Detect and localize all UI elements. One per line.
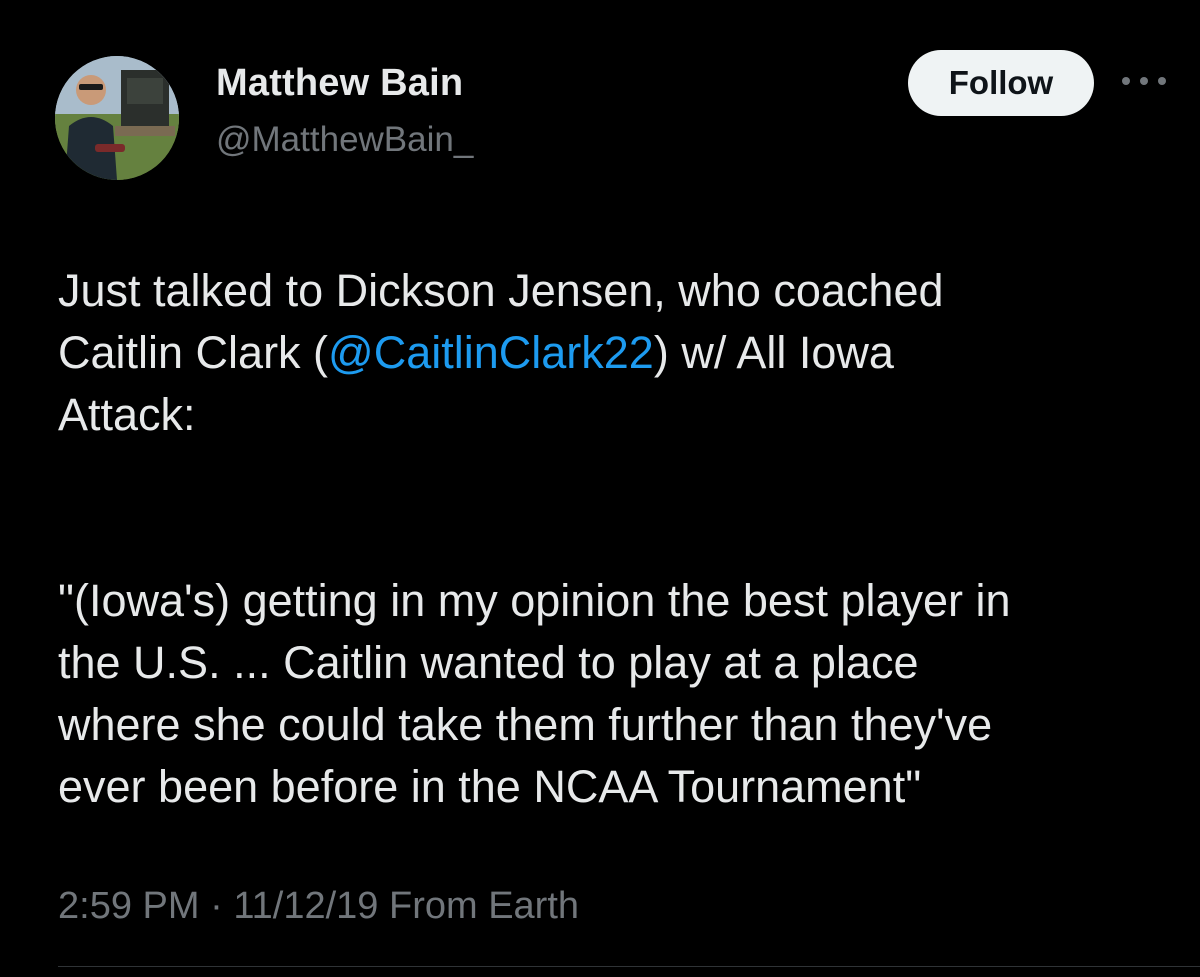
tweet-line: Attack: [58, 384, 1168, 446]
meta-separator: · [199, 885, 234, 927]
tweet-date[interactable]: 11/12/19 [233, 885, 378, 927]
profile-photo-icon [55, 56, 179, 180]
tweet-line: Just talked to Dickson Jensen, who coach… [58, 260, 1168, 322]
tweet-metadata: 2:59 PM · 11/12/19 From Earth [58, 885, 579, 928]
divider [58, 966, 1200, 967]
tweet-text-segment: ) w/ All Iowa [653, 327, 894, 378]
follow-button[interactable]: Follow [908, 50, 1094, 116]
author-name[interactable]: Matthew Bain [216, 62, 463, 105]
tweet-time[interactable]: 2:59 PM [58, 885, 200, 927]
more-dot [1122, 77, 1130, 85]
quote-line: "(Iowa's) getting in my opinion the best… [58, 575, 1011, 626]
tweet-line: Caitlin Clark (@CaitlinClark22) w/ All I… [58, 322, 1168, 384]
avatar[interactable] [55, 56, 179, 180]
tweet-card: Matthew Bain @MatthewBain_ Follow Just t… [0, 0, 1200, 977]
tweet-text-segment: Attack: [58, 389, 196, 440]
mention-link[interactable]: @CaitlinClark22 [328, 327, 654, 378]
author-handle[interactable]: @MatthewBain_ [216, 120, 473, 160]
tweet-text-segment: Just talked to Dickson Jensen, who coach… [58, 265, 944, 316]
quote-line: where she could take them further than t… [58, 699, 993, 750]
quote-line: ever been before in the NCAA Tournament" [58, 761, 922, 812]
more-options-icon[interactable] [1122, 66, 1166, 96]
more-dot [1158, 77, 1166, 85]
tweet-text: Just talked to Dickson Jensen, who coach… [58, 260, 1168, 818]
more-dot [1140, 77, 1148, 85]
tweet-source: From Earth [388, 885, 580, 927]
tweet-text-segment: Caitlin Clark ( [58, 327, 329, 378]
quote-line: the U.S. ... Caitlin wanted to play at a… [58, 637, 919, 688]
